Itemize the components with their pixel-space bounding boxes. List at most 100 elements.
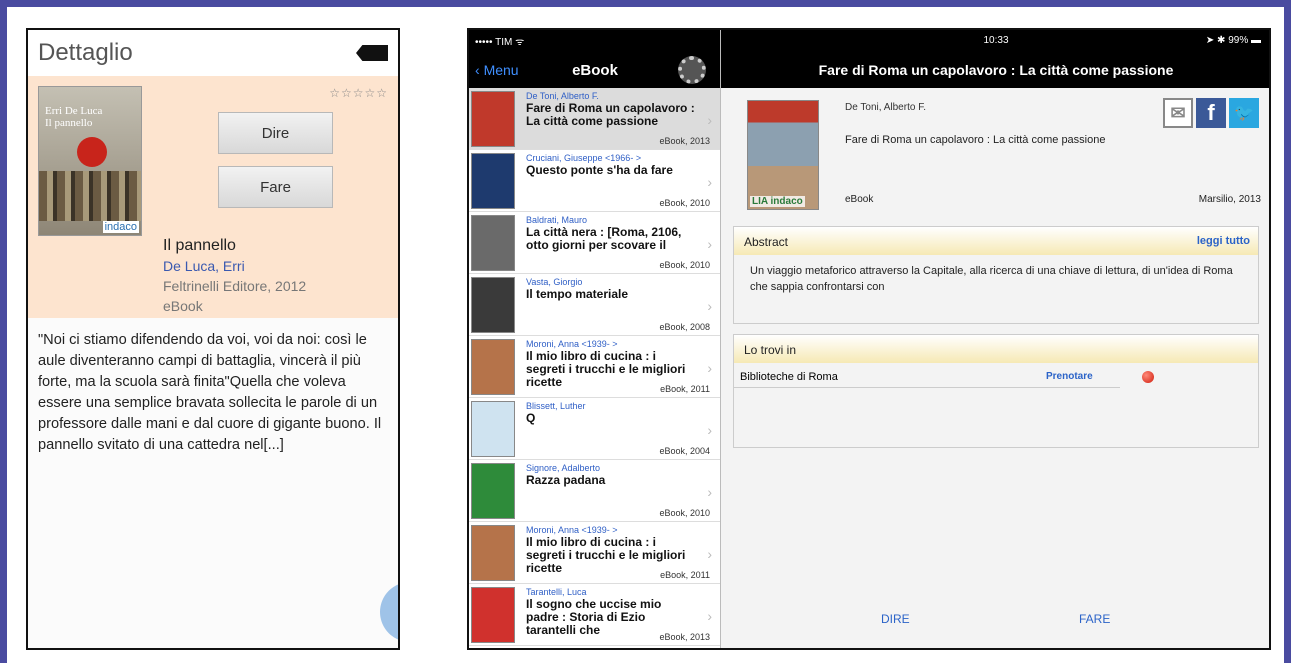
list-item-title: Questo ponte s'ha da fare (526, 163, 673, 177)
chevron-right-icon: › (707, 546, 712, 562)
mail-icon[interactable]: ✉ (1163, 98, 1193, 128)
lia-logo: LIA indaco (750, 196, 805, 207)
detail-publisher: Marsilio, 2013 (1198, 194, 1261, 205)
indaco-logo: indaco (102, 221, 139, 233)
location-panel: Lo trovi in Biblioteche di Roma Prenotar… (733, 334, 1259, 448)
reserve-button[interactable]: Prenotare (1046, 371, 1093, 382)
phone-header: Dettaglio (28, 30, 398, 76)
list-item-title: Razza padana (526, 473, 606, 487)
list-item-title: Q (526, 411, 536, 425)
ebook-list-pane: ••••• TIM ᯤ ‹ Menu eBook De Toni, Albert… (469, 30, 721, 648)
list-item-author: Vasta, Giorgio (526, 277, 583, 287)
rating-stars-icon[interactable]: ☆☆☆☆☆ (329, 86, 388, 100)
chevron-right-icon: › (707, 112, 712, 128)
tablet-screen: ••••• TIM ᯤ ‹ Menu eBook De Toni, Albert… (467, 28, 1271, 650)
detail-cover: LIA indaco (747, 100, 819, 210)
list-navbar: ‹ Menu eBook (469, 52, 720, 88)
fare-button[interactable]: Fare (218, 166, 333, 208)
battery-status: ➤ ✱ 99% ▬ (1205, 35, 1261, 46)
list-item[interactable]: Moroni, Anna <1939- > Il mio libro di cuc… (469, 522, 720, 584)
list-item-meta: eBook, 2010 (659, 260, 710, 270)
list-item[interactable]: De Toni, Alberto F. Fare di Roma un capol… (469, 88, 720, 150)
list-item-meta: eBook, 2010 (659, 508, 710, 518)
book-detail-box: Erri De Luca Il pannello indaco ☆☆☆☆☆ Dir… (28, 76, 398, 318)
detail-title: Fare di Roma un capolavoro : La città co… (721, 52, 1269, 88)
book-thumbnail (471, 463, 515, 519)
book-thumbnail (471, 91, 515, 147)
menu-back-button[interactable]: ‹ Menu (475, 62, 519, 78)
page-title: Dettaglio (38, 39, 133, 66)
list-item[interactable]: Moroni, Anna <1939- > Il mio libro di cuc… (469, 336, 720, 398)
abstract-header: Abstract leggi tutto (734, 227, 1258, 255)
status-time: 10:33 (983, 35, 1009, 46)
twitter-icon[interactable]: 🐦 (1229, 98, 1259, 128)
list-item-title: Il tempo materiale (526, 287, 629, 301)
list-item[interactable]: Baldrati, Mauro La città nera : [Roma, 21… (469, 212, 720, 274)
list-item[interactable]: Vasta, Giorgio Il tempo materiale eBook, 2… (469, 274, 720, 336)
detail-header: LIA indaco De Toni, Alberto F. Fare di R… (721, 88, 1269, 238)
phone-screen: Dettaglio Erri De Luca Il pannello indaco… (26, 28, 400, 650)
dire-link[interactable]: DIRE (881, 612, 910, 626)
chevron-right-icon: › (707, 236, 712, 252)
ebook-list: De Toni, Alberto F. Fare di Roma un capol… (469, 88, 720, 646)
cover-title: Il pannello (45, 117, 93, 129)
book-thumbnail (471, 277, 515, 333)
list-item-meta: eBook, 2013 (659, 632, 710, 642)
list-item[interactable]: Blissett, Luther QeBook, 2004 › (469, 398, 720, 460)
library-name: Biblioteche di Roma (740, 371, 838, 383)
settings-gear-icon[interactable] (678, 56, 706, 84)
detail-author: De Toni, Alberto F. (845, 102, 926, 113)
book-thumbnail (471, 587, 515, 643)
book-thumbnail (471, 339, 515, 395)
chevron-right-icon: › (707, 298, 712, 314)
list-item-meta: eBook, 2011 (660, 384, 710, 394)
book-type: eBook (163, 298, 203, 314)
facebook-icon[interactable]: f (1196, 98, 1226, 128)
book-thumbnail (471, 525, 515, 581)
book-info: Il pannello De Luca, Erri Feltrinelli Ed… (163, 236, 306, 316)
book-thumbnail (471, 153, 515, 209)
fare-link[interactable]: FARE (1079, 612, 1110, 626)
list-item[interactable]: Signore, Adalberto Razza padana eBook, 201… (469, 460, 720, 522)
book-thumbnail (471, 401, 515, 457)
list-item-author: De Toni, Alberto F. (526, 91, 599, 101)
list-item-meta: eBook, 2004 (659, 446, 710, 456)
list-item-meta: eBook, 2008 (659, 322, 710, 332)
list-item-author: Cruciani, Giuseppe <1966- > (526, 153, 642, 163)
list-item-author: Moroni, Anna <1939- > (526, 525, 618, 535)
book-author-link[interactable]: De Luca, Erri (163, 256, 306, 276)
chevron-right-icon: › (707, 484, 712, 500)
chevron-right-icon: › (707, 608, 712, 624)
list-item-meta: eBook, 2013 (659, 136, 710, 146)
location-header: Lo trovi in (734, 335, 1258, 363)
location-label: Lo trovi in (744, 343, 797, 357)
chevron-right-icon: › (707, 422, 712, 438)
detail-book-title: Fare di Roma un capolavoro : La città co… (845, 134, 1106, 146)
list-item-author: Baldrati, Mauro (526, 215, 588, 225)
library-row: Biblioteche di Roma Prenotare (734, 363, 1258, 388)
books-image (39, 171, 141, 221)
list-item-title: La città nera : [Roma, 2106, otto giorni… (526, 225, 682, 252)
abstract-panel: Abstract leggi tutto Un viaggio metafori… (733, 226, 1259, 324)
book-cover: Erri De Luca Il pannello indaco (38, 86, 142, 236)
book-thumbnail (471, 215, 515, 271)
apple-image (77, 137, 107, 167)
list-item[interactable]: Tarantelli, Luca Il sogno che uccise mio … (469, 584, 720, 646)
chevron-right-icon: › (707, 360, 712, 376)
abstract-text: Un viaggio metaforico attraverso la Capi… (750, 265, 1233, 293)
availability-status-icon (1142, 371, 1154, 383)
list-item-author: Moroni, Anna <1939- > (526, 339, 618, 349)
list-item-author: Signore, Adalberto (526, 463, 601, 473)
detail-type: eBook (845, 194, 874, 205)
dire-button[interactable]: Dire (218, 112, 333, 154)
abstract-label: Abstract (744, 235, 789, 249)
book-publisher: Feltrinelli Editore, 2012 (163, 278, 307, 294)
tag-icon[interactable] (356, 45, 388, 61)
list-item-meta: eBook, 2011 (660, 570, 710, 580)
list-item-meta: eBook, 2010 (659, 198, 710, 208)
detail-pane: 10:33 ➤ ✱ 99% ▬ Fare di Roma un capolavo… (721, 30, 1269, 648)
list-item[interactable]: Cruciani, Giuseppe <1966- > Questo ponte … (469, 150, 720, 212)
book-title: Il pannello (163, 237, 236, 254)
read-all-link[interactable]: leggi tutto (1197, 235, 1250, 247)
side-handle[interactable] (380, 582, 398, 642)
